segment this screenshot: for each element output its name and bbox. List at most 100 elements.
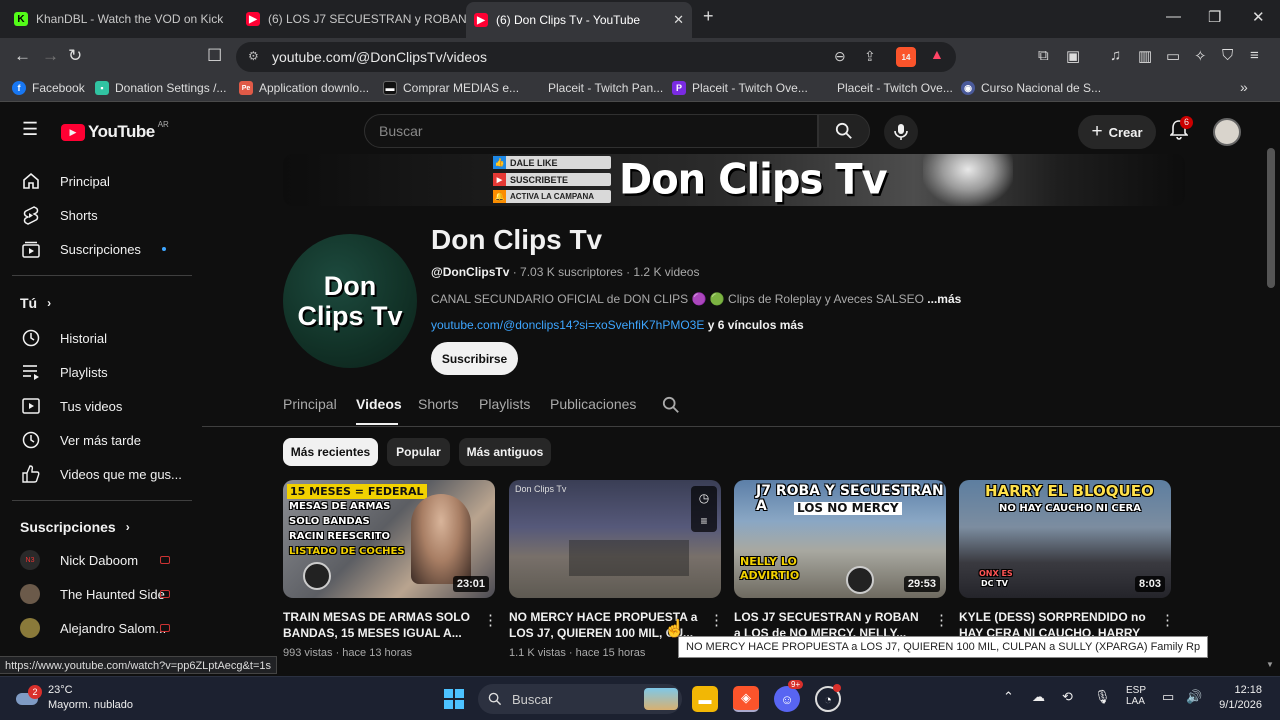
site-settings-icon[interactable]: ⚙ — [248, 49, 259, 63]
video-thumbnail[interactable]: 15 MESES = FEDERAL MESAS DE ARMAS SOLO B… — [283, 480, 495, 598]
minimize-button[interactable]: — — [1166, 8, 1181, 25]
sidebar-icon[interactable]: ▥ — [1138, 47, 1152, 65]
search-input[interactable]: Buscar — [364, 114, 818, 148]
more-actions-icon[interactable]: ⋮ — [709, 611, 724, 629]
youtube-logo[interactable]: ▶ YouTube AR — [61, 120, 169, 142]
chip-mas-recientes[interactable]: Más recientes — [283, 438, 378, 466]
browser-tab-youtube-video[interactable]: ▶ (6) LOS J7 SECUESTRAN y ROBAN a L — [238, 4, 466, 34]
reload-icon[interactable]: ↻ — [68, 46, 82, 66]
hamburger-icon[interactable]: ☰ — [22, 119, 38, 140]
sidebar-item-suscripciones[interactable]: Suscripciones — [0, 232, 190, 266]
network-icon[interactable]: ▭ — [1162, 689, 1174, 705]
browser-tab-don-clips[interactable]: ▶ (6) Don Clips Tv - YouTube ✕ — [466, 2, 692, 38]
bookmark-donation[interactable]: ▪ Donation Settings /... — [95, 81, 226, 95]
bookmark-placeit-2[interactable]: P Placeit - Twitch Ove... — [672, 81, 808, 95]
brave-browser-icon[interactable]: ◈ — [733, 686, 759, 712]
tab-videos[interactable]: Videos — [356, 396, 402, 412]
bookmark-icon[interactable]: ☐ — [207, 46, 222, 66]
brave-shield-icon[interactable]: 14 — [896, 47, 916, 67]
sidebar-you-heading[interactable]: Tú › — [0, 286, 190, 320]
url-bar[interactable]: ⚙ youtube.com/@DonClipsTv/videos ⊖ ⇪ 14 … — [236, 42, 956, 72]
channel-search-button[interactable] — [662, 396, 680, 419]
volume-icon[interactable]: 🔊 — [1186, 689, 1202, 705]
bookmark-comprar[interactable]: ▬ Comprar MEDIAS e... — [383, 81, 519, 95]
add-to-queue-icon[interactable]: ≡ — [700, 514, 707, 528]
leo-ai-icon[interactable]: ✧ — [1194, 47, 1207, 65]
sidebar-subscriptions-heading[interactable]: Suscripciones › — [0, 510, 190, 544]
more-links[interactable]: y 6 vínculos más — [708, 318, 804, 332]
discord-icon[interactable]: ☺ 9+ — [774, 680, 804, 712]
watch-later-icon[interactable]: ◷ — [699, 491, 709, 505]
voice-search-button[interactable] — [884, 115, 918, 149]
account-avatar[interactable] — [1213, 118, 1241, 146]
bookmark-placeit-3[interactable]: Placeit - Twitch Ove... — [817, 81, 953, 95]
obs-icon[interactable]: ◔ — [815, 684, 841, 712]
close-tab-icon[interactable]: ✕ — [673, 12, 684, 28]
onedrive-icon[interactable]: ☁ — [1032, 689, 1045, 705]
windows-start-icon[interactable] — [441, 686, 467, 712]
scroll-down-icon[interactable]: ▼ — [1266, 660, 1274, 669]
taskbar-search[interactable]: Buscar — [478, 684, 682, 714]
bookmark-placeit-1[interactable]: Placeit - Twitch Pan... — [528, 81, 663, 95]
create-button[interactable]: + Crear — [1078, 115, 1156, 149]
tab-principal[interactable]: Principal — [283, 396, 337, 412]
forward-icon[interactable]: → — [42, 46, 59, 66]
sidebar-sub-nick-daboom[interactable]: N3 Nick Daboom — [0, 543, 190, 577]
video-thumbnail[interactable]: HARRY EL BLOQUEO NO HAY CAUCHO NI CERA O… — [959, 480, 1171, 598]
chip-popular[interactable]: Popular — [387, 438, 450, 466]
menu-icon[interactable]: ≡ — [1250, 47, 1259, 64]
vpn-icon[interactable]: ⛉ — [1222, 47, 1233, 64]
video-thumbnail[interactable]: J7 ROBA Y SECUESTRAN A LOS NO MERCY NELL… — [734, 480, 946, 598]
browser-tab-kick[interactable]: K KhanDBL - Watch the VOD on Kick — [6, 4, 238, 34]
bookmark-curso[interactable]: ◉ Curso Nacional de S... — [961, 81, 1101, 95]
bookmark-application[interactable]: Pe Application downlo... — [239, 81, 369, 95]
chip-mas-antiguos[interactable]: Más antiguos — [459, 438, 551, 466]
sidebar-item-tus-videos[interactable]: Tus videos — [0, 389, 190, 423]
channel-description[interactable]: CANAL SECUNDARIO OFICIAL de DON CLIPS 🟣 … — [431, 292, 961, 306]
video-thumbnail[interactable]: Don Clips Tv ◷ ≡ — [509, 480, 721, 598]
sidebar-item-ver-mas-tarde[interactable]: Ver más tarde — [0, 423, 190, 457]
sidebar-item-principal[interactable]: Principal — [0, 164, 190, 198]
search-button[interactable] — [818, 114, 870, 148]
tray-overflow-icon[interactable]: ⌃ — [1003, 689, 1014, 705]
sync-icon[interactable]: ⟲ — [1062, 689, 1073, 705]
more-bookmarks-icon[interactable]: » — [1240, 79, 1248, 95]
clock[interactable]: 12:18 9/1/2026 — [1214, 684, 1262, 711]
close-window-button[interactable]: ✕ — [1252, 8, 1265, 26]
sidebar-item-shorts[interactable]: Shorts — [0, 198, 190, 232]
extensions-icon[interactable]: ⧉ — [1038, 47, 1049, 64]
zoom-out-icon[interactable]: ⊖ — [834, 48, 846, 65]
sidebar-item-playlists[interactable]: Playlists — [0, 355, 190, 389]
avatar — [20, 618, 40, 638]
notifications-button[interactable]: 6 — [1169, 116, 1194, 145]
video-duration: 23:01 — [452, 576, 489, 592]
brave-rewards-icon[interactable]: ▲ — [930, 46, 944, 62]
more-actions-icon[interactable]: ⋮ — [483, 611, 498, 629]
file-explorer-icon[interactable]: ▬ — [692, 686, 718, 712]
channel-link[interactable]: youtube.com/@donclips14?si=xoSvehfiK7hPM… — [431, 318, 704, 332]
more-actions-icon[interactable]: ⋮ — [1160, 611, 1175, 629]
tab-playlists[interactable]: Playlists — [479, 396, 530, 412]
bookmark-facebook[interactable]: f Facebook — [12, 81, 85, 95]
new-tab-button[interactable]: + — [703, 6, 714, 27]
maximize-button[interactable]: ❐ — [1208, 8, 1221, 26]
tab-publicaciones[interactable]: Publicaciones — [550, 396, 636, 412]
microphone-tray-icon[interactable]: 🎙 — [1094, 689, 1111, 705]
tab-shorts[interactable]: Shorts — [418, 396, 458, 412]
back-icon[interactable]: ← — [14, 46, 31, 66]
wallet-icon[interactable]: ▭ — [1166, 47, 1180, 65]
banner-sticker-bell: 🔔 ACTIVA LA CAMPANA — [493, 190, 611, 203]
more-actions-icon[interactable]: ⋮ — [934, 611, 949, 629]
share-icon[interactable]: ⇪ — [864, 48, 876, 65]
sidebar-sub-alejandro[interactable]: Alejandro Salom... — [0, 611, 190, 645]
video-title[interactable]: TRAIN MESAS DE ARMAS SOLO BANDAS, 15 MES… — [283, 609, 473, 641]
page-scrollbar[interactable] — [1267, 148, 1275, 288]
media-icon[interactable]: ♫ — [1110, 47, 1121, 64]
tab-search-icon[interactable]: ▣ — [1066, 47, 1080, 65]
subscribe-button[interactable]: Suscribirse — [431, 342, 518, 375]
sidebar-item-historial[interactable]: Historial — [0, 321, 190, 355]
language-indicator[interactable]: ESP LAA — [1126, 685, 1146, 707]
sidebar-item-videos-que-me-gustan[interactable]: Videos que me gus... — [0, 457, 190, 491]
sidebar-sub-haunted-side[interactable]: The Haunted Side — [0, 577, 190, 611]
weather-widget[interactable]: 2 — [14, 685, 44, 711]
